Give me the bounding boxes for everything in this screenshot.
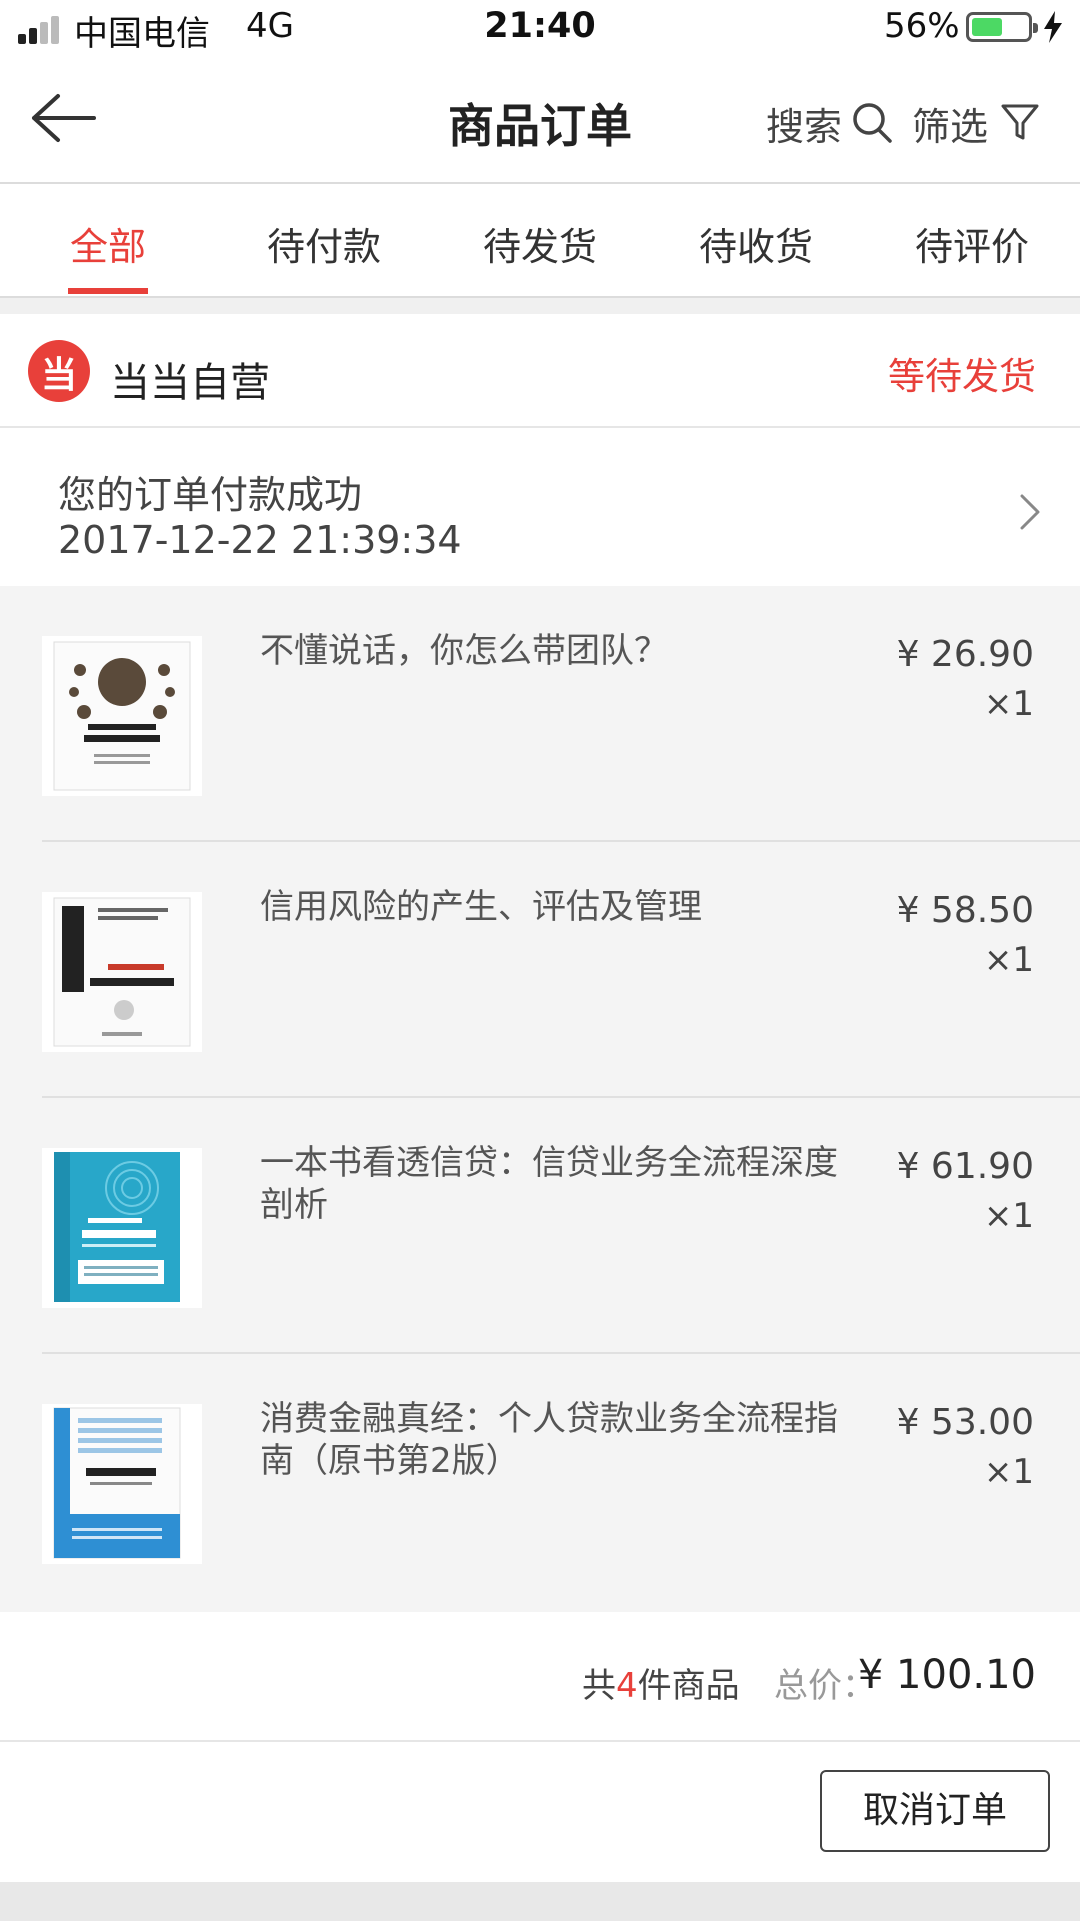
order-tabs: 全部 待付款 待发货 待收货 待评价 (0, 184, 1080, 298)
item-quantity: ×1 (983, 940, 1034, 980)
list-item[interactable]: 信用风险的产生、评估及管理 ¥ 58.50 ×1 (0, 842, 1080, 1098)
list-item[interactable]: 消费金融真经：个人贷款业务全流程指南（原书第2版） ¥ 53.00 ×1 (0, 1354, 1080, 1610)
order-status: 等待发货 (888, 355, 1036, 398)
item-price: ¥ 53.00 (896, 1402, 1034, 1443)
item-count: 共4件商品 (582, 1666, 740, 1706)
cancel-order-button[interactable]: 取消订单 (820, 1770, 1050, 1852)
filter-icon[interactable] (1000, 102, 1040, 142)
tab-all[interactable]: 全部 (0, 216, 216, 271)
item-title: 不懂说话，你怎么带团队？ (260, 631, 668, 671)
order-message: 您的订单付款成功 (58, 473, 363, 517)
item-title: 信用风险的产生、评估及管理 (260, 887, 702, 927)
total-price: ¥ 100.10 (857, 1652, 1036, 1698)
book-cover-image (42, 1404, 202, 1564)
charging-icon (1044, 11, 1062, 43)
item-quantity: ×1 (983, 684, 1034, 724)
battery-icon (966, 12, 1038, 42)
order-items: 不懂说话，你怎么带团队？ ¥ 26.90 ×1 信用风险的产生、评估及管理 ¥ … (0, 586, 1080, 1612)
battery-percent: 56% (884, 6, 960, 46)
order-actions: 取消订单 (0, 1742, 1080, 1882)
item-count-number: 4 (616, 1666, 638, 1706)
list-item[interactable]: 一本书看透信贷：信贷业务全流程深度剖析 ¥ 61.90 ×1 (0, 1098, 1080, 1354)
tab-active-indicator (68, 288, 148, 294)
search-button[interactable]: 搜索 (766, 96, 842, 151)
order-status-info[interactable]: 您的订单付款成功 2017-12-22 21:39:34 (0, 428, 1080, 586)
book-cover-image (42, 892, 202, 1052)
list-item[interactable]: 不懂说话，你怎么带团队？ ¥ 26.90 ×1 (0, 586, 1080, 842)
chevron-right-icon (1020, 494, 1040, 530)
status-bar: 中国电信 4G 21:40 56% (0, 0, 1080, 58)
order-summary: 共4件商品 总价： ¥ 100.10 (0, 1612, 1080, 1742)
book-cover-image (42, 636, 202, 796)
battery-fill (972, 18, 1002, 36)
section-divider (0, 1882, 1080, 1921)
shop-header[interactable]: 当 当当自营 等待发货 (0, 314, 1080, 428)
section-divider (0, 298, 1080, 314)
item-price: ¥ 58.50 (896, 890, 1034, 931)
book-cover-image (42, 1148, 202, 1308)
tab-pending-review[interactable]: 待评价 (864, 216, 1080, 271)
item-title: 一本书看透信贷：信贷业务全流程深度剖析 (260, 1143, 838, 1225)
shop-name: 当当自营 (110, 360, 270, 406)
filter-button[interactable]: 筛选 (912, 96, 988, 151)
tab-pending-receipt[interactable]: 待收货 (648, 216, 864, 271)
item-price: ¥ 26.90 (896, 634, 1034, 675)
tab-pending-shipment[interactable]: 待发货 (432, 216, 648, 271)
nav-bar: 商品订单 搜索 筛选 (0, 58, 1080, 184)
item-title: 消费金融真经：个人贷款业务全流程指南（原书第2版） (260, 1399, 838, 1481)
search-icon[interactable] (850, 100, 894, 144)
item-price: ¥ 61.90 (896, 1146, 1034, 1187)
item-quantity: ×1 (983, 1196, 1034, 1236)
tab-pending-payment[interactable]: 待付款 (216, 216, 432, 271)
dangdang-logo-icon: 当 (28, 340, 90, 402)
order-time: 2017-12-22 21:39:34 (58, 518, 462, 562)
item-quantity: ×1 (983, 1452, 1034, 1492)
